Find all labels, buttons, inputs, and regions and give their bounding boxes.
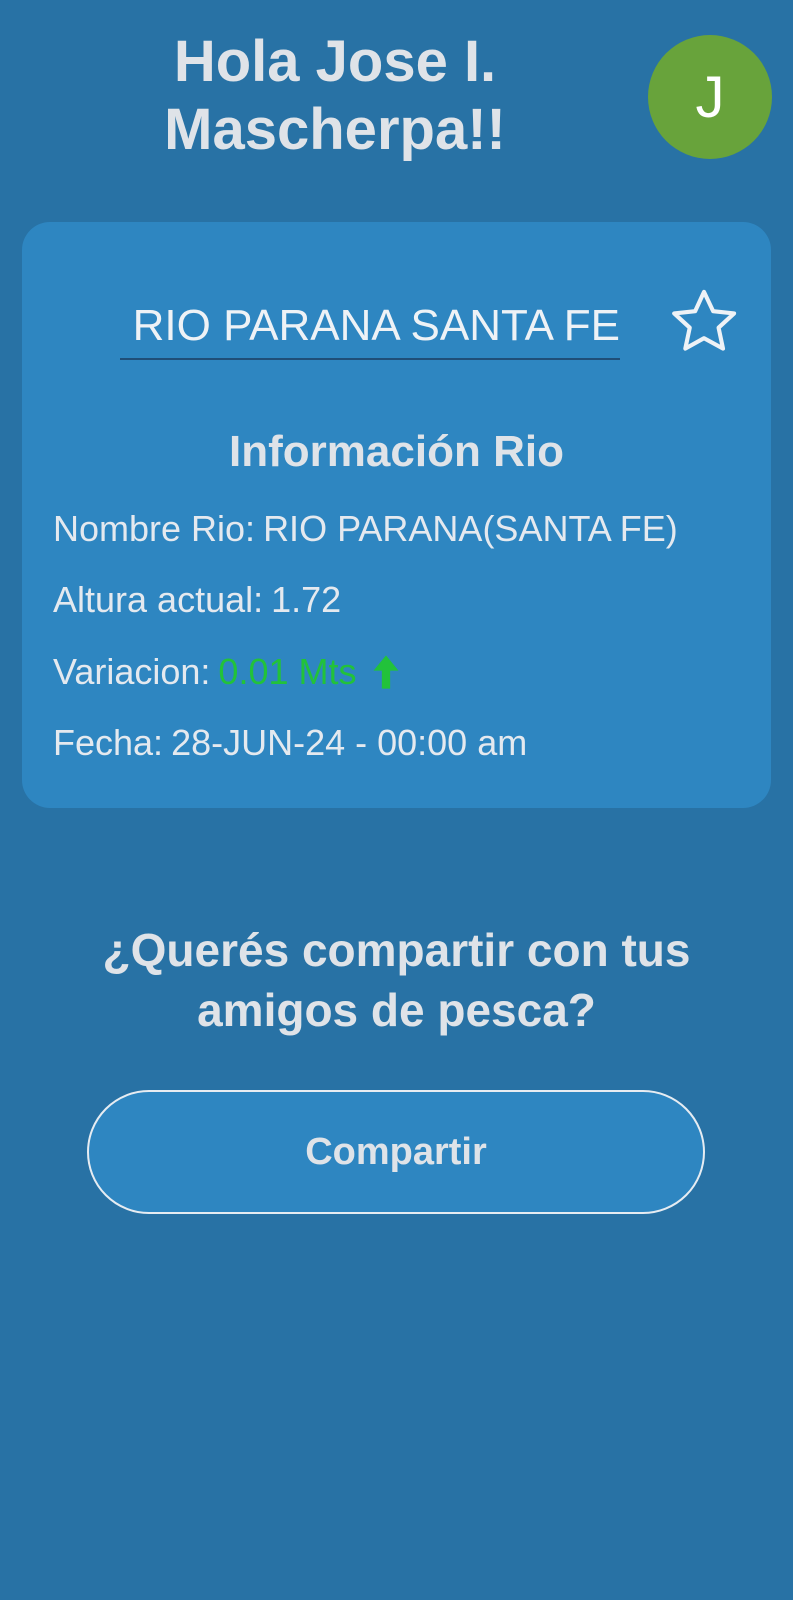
share-question-line-1: ¿Querés compartir con tus	[102, 924, 691, 976]
variation-value: 0.01 Mts	[218, 651, 357, 692]
avatar[interactable]: J	[648, 35, 772, 159]
share-question: ¿Querés compartir con tus amigos de pesc…	[40, 920, 753, 1040]
variation-row: Variacion: 0.01 Mts	[53, 650, 400, 694]
river-select-value: RIO PARANA SANTA FE	[132, 301, 620, 350]
variation-label: Variacion:	[53, 651, 211, 692]
river-name-row: Nombre Rio: RIO PARANA(SANTA FE)	[53, 507, 678, 551]
share-button-label: Compartir	[305, 1130, 487, 1173]
current-height-label: Altura actual:	[53, 579, 264, 620]
date-value: 28-JUN-24 - 00:00 am	[171, 722, 528, 763]
river-name-value: RIO PARANA(SANTA FE)	[263, 508, 678, 549]
share-button[interactable]: Compartir	[87, 1090, 705, 1214]
star-outline-icon[interactable]	[666, 284, 742, 360]
avatar-initial: J	[695, 64, 725, 130]
greeting-line-1: Hola Jose I.	[173, 29, 497, 94]
greeting-title: Hola Jose I. Mascherpa!!	[120, 28, 550, 164]
river-info-card: RIO PARANA SANTA FE Información Rio Nomb…	[22, 222, 771, 808]
greeting-line-2: Mascherpa!!	[164, 97, 506, 162]
current-height-value: 1.72	[271, 579, 342, 620]
info-title: Información Rio	[229, 427, 564, 476]
date-row: Fecha: 28-JUN-24 - 00:00 am	[53, 721, 527, 765]
current-height-row: Altura actual: 1.72	[53, 578, 341, 622]
share-question-line-2: amigos de pesca?	[197, 984, 596, 1036]
arrow-up-icon	[374, 655, 399, 689]
date-label: Fecha:	[53, 722, 164, 763]
river-name-label: Nombre Rio:	[53, 508, 256, 549]
river-select-input[interactable]: RIO PARANA SANTA FE	[120, 294, 620, 360]
